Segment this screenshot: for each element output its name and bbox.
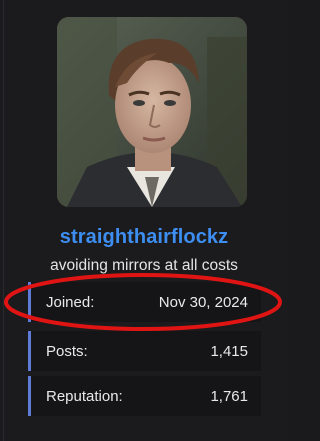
avatar[interactable]	[57, 17, 247, 207]
stat-posts: Posts: 1,415	[28, 331, 261, 371]
stat-label: Joined:	[46, 293, 95, 311]
user-tagline: avoiding mirrors at all costs	[50, 257, 238, 274]
stat-value: 1,761	[210, 387, 248, 405]
stat-joined: Joined: Nov 30, 2024	[28, 282, 261, 322]
stat-label: Reputation:	[46, 387, 123, 405]
avatar-image	[57, 17, 247, 207]
stat-reputation: Reputation: 1,761	[28, 376, 261, 416]
username-link[interactable]: straighthairflockz	[0, 226, 288, 249]
stat-value: Nov 30, 2024	[158, 293, 248, 311]
divider	[3, 0, 4, 441]
profile-card: straighthairflockz avoiding mirrors at a…	[0, 0, 288, 441]
stat-value: 1,415	[210, 342, 248, 360]
stat-label: Posts:	[46, 342, 88, 360]
